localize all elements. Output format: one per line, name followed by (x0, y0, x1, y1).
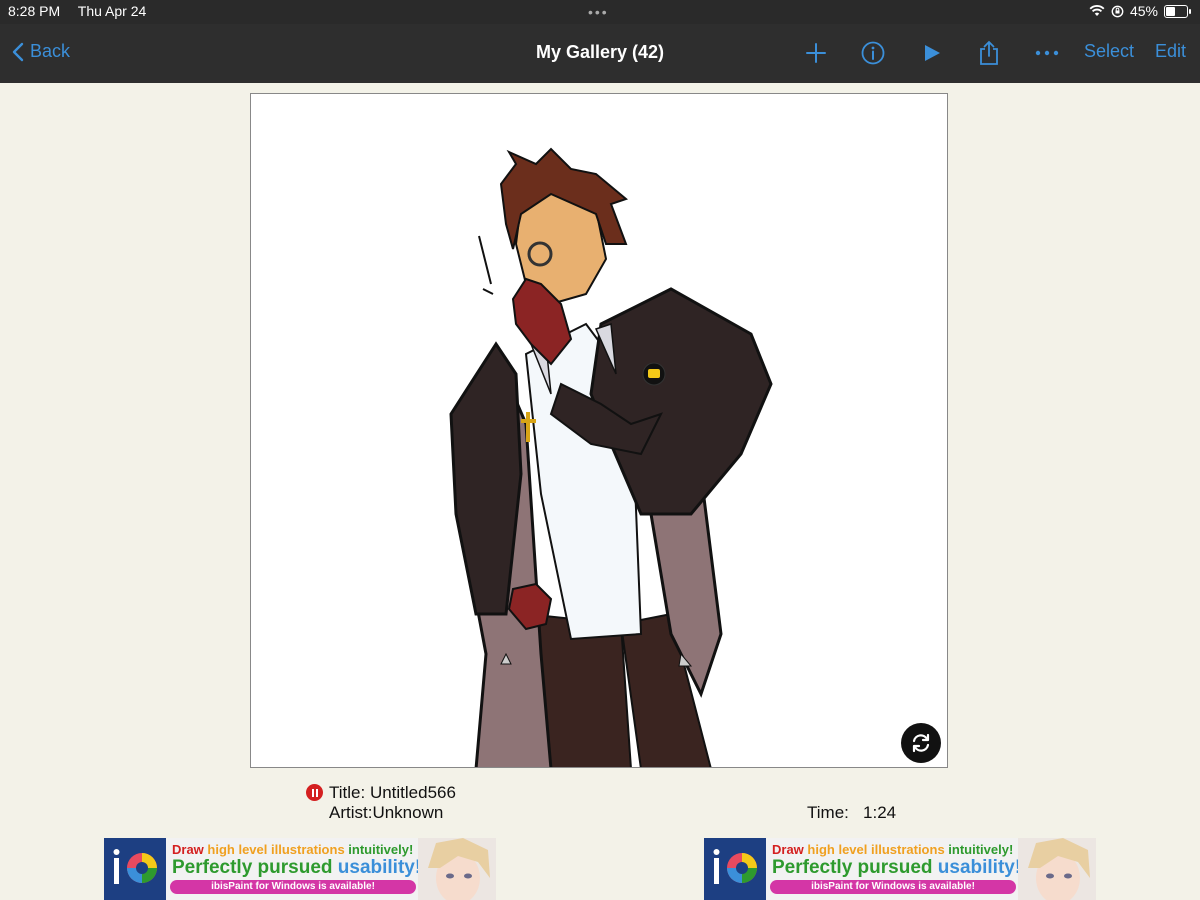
chevron-left-icon (12, 42, 24, 61)
lock-rotation-icon (1111, 5, 1124, 17)
time-label: Time: (807, 803, 849, 822)
back-button[interactable]: Back (12, 41, 70, 62)
ad-line2: Perfectly pursued usability! (772, 857, 1021, 879)
navigation-bar: Back My Gallery (42) Select Edit (0, 24, 1200, 83)
ad-line3: ibisPaint for Windows is available! (770, 880, 1016, 894)
ad-character-illustration (1018, 838, 1096, 900)
artwork-artist: Unknown (372, 803, 444, 822)
play-icon (925, 45, 940, 61)
ibispaint-logo-art (113, 849, 157, 884)
battery-icon (1164, 4, 1191, 18)
ellipsis-icon (1035, 50, 1059, 56)
title-label: Title: (329, 783, 366, 802)
artwork-canvas[interactable] (250, 93, 948, 768)
ad-line1-c: intuitively! (948, 842, 1014, 857)
rotate-icon (912, 733, 930, 753)
stop-recording-button[interactable] (306, 784, 323, 801)
plus-icon (806, 43, 826, 63)
play-button[interactable] (917, 38, 947, 68)
select-button[interactable]: Select (1084, 41, 1134, 62)
ad-line1: Draw high level illustrations intuitivel… (772, 842, 1013, 857)
info-button[interactable] (858, 38, 888, 68)
artwork-time: 1:24 (863, 803, 897, 822)
ad-line2-b: usability! (337, 857, 422, 878)
status-time: 8:28 PM (8, 3, 61, 19)
battery-fill (1166, 6, 1175, 16)
ad-line1-b: high level illustrations (207, 842, 345, 857)
ibispaint-logo-icon (104, 838, 166, 900)
artist-label: Artist: (329, 803, 373, 822)
status-bar: 8:28 PM Thu Apr 24 ••• 45% (0, 0, 1200, 24)
ad-line2: Perfectly pursued usability! (172, 857, 421, 879)
ad-line3: ibisPaint for Windows is available! (170, 880, 416, 894)
share-icon (980, 40, 998, 65)
wifi-icon (1089, 5, 1105, 16)
artwork-artist-line: Artist:Unknown (329, 803, 443, 823)
ad-line1-b: high level illustrations (807, 842, 945, 857)
back-label: Back (30, 41, 71, 61)
ad-line1-a: Draw (772, 842, 804, 857)
artwork-title: Untitled566 (369, 783, 456, 802)
ad-line1-a: Draw (172, 842, 204, 857)
more-button[interactable] (1032, 38, 1062, 68)
artwork-title-line: Title: Untitled566 (329, 783, 456, 803)
rotate-button[interactable] (901, 723, 941, 763)
status-date: Thu Apr 24 (77, 3, 147, 19)
ad-line1-c: intuitively! (348, 842, 414, 857)
page-title: My Gallery (42) (535, 42, 665, 62)
battery-percent: 45% (1129, 3, 1158, 19)
share-button[interactable] (974, 38, 1004, 68)
ad-banner-left[interactable]: Draw high level illustrations intuitivel… (104, 838, 496, 900)
ibispaint-logo-icon (704, 838, 766, 900)
artwork-illustration (449, 147, 773, 767)
multitasking-dots-icon[interactable]: ••• (588, 4, 609, 20)
ad-line1: Draw high level illustrations intuitivel… (172, 842, 413, 857)
ad-banner-right[interactable]: Draw high level illustrations intuitivel… (704, 838, 1096, 900)
stop-icon (311, 788, 318, 797)
info-icon (861, 41, 885, 65)
ad-line2-a: Perfectly pursued (772, 857, 933, 878)
ibispaint-logo-art (713, 849, 757, 884)
ad-line2-a: Perfectly pursued (172, 857, 333, 878)
artwork-time-line: Time: 1:24 (807, 803, 896, 823)
add-button[interactable] (801, 38, 831, 68)
ad-character-illustration (418, 838, 496, 900)
edit-button[interactable]: Edit (1155, 41, 1186, 62)
ad-line2-b: usability! (937, 857, 1022, 878)
